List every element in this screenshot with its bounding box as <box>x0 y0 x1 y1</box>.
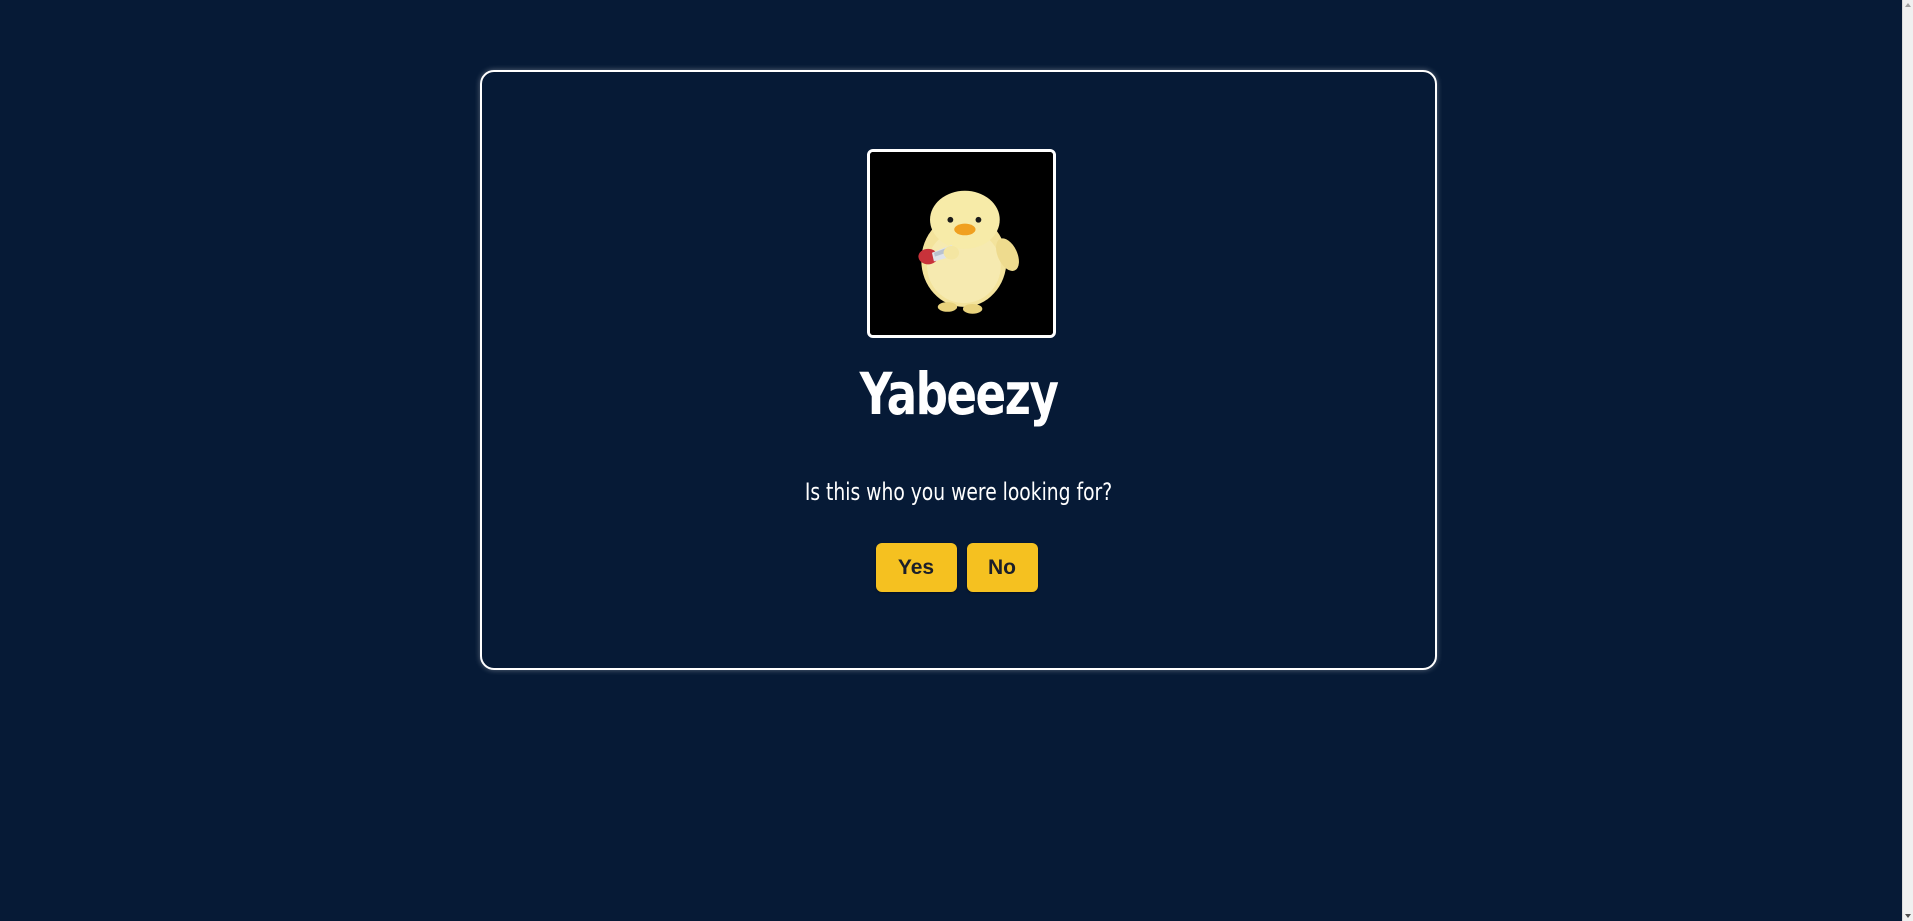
confirmation-question: Is this who you were looking for? <box>804 478 1113 506</box>
duck-avatar-icon <box>870 152 1053 335</box>
confirm-button-group: Yes No <box>482 543 1435 592</box>
page: Yabeezy Is this who you were looking for… <box>0 0 1913 921</box>
vertical-scrollbar[interactable] <box>1902 0 1913 921</box>
profile-username: Yabeezy <box>859 360 1059 428</box>
yes-button[interactable]: Yes <box>875 543 957 592</box>
avatar <box>867 149 1056 338</box>
profile-confirm-card: Yabeezy Is this who you were looking for… <box>480 70 1437 670</box>
scroll-down-icon[interactable] <box>1905 914 1911 918</box>
no-button[interactable]: No <box>966 543 1038 592</box>
scroll-up-icon[interactable] <box>1905 3 1911 7</box>
